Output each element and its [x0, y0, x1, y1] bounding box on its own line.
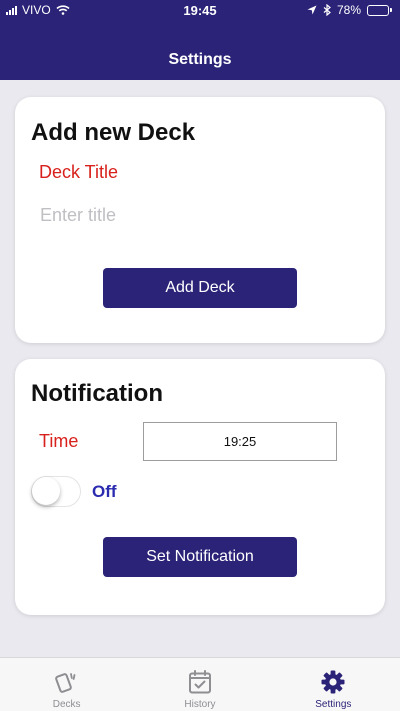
set-notification-button[interactable]: Set Notification — [103, 537, 297, 577]
battery-percent: 78% — [336, 3, 361, 17]
location-arrow-icon — [307, 5, 317, 15]
deck-title-input[interactable] — [40, 205, 360, 226]
add-deck-button[interactable]: Add Deck — [103, 268, 297, 308]
add-deck-title: Add new Deck — [31, 119, 196, 146]
tab-history[interactable]: History — [133, 658, 266, 711]
status-right: 78% — [307, 3, 392, 17]
status-bar: VIVO 19:45 78% — [0, 0, 400, 20]
battery-icon — [367, 4, 392, 16]
time-label: Time — [39, 431, 79, 451]
notification-title: Notification — [31, 380, 163, 407]
tab-label: History — [184, 699, 216, 710]
page-title: Settings — [168, 51, 232, 68]
notification-card: Notification Time 19:25 Off Set Notifica… — [15, 359, 385, 615]
header: VIVO 19:45 78% Settings — [0, 0, 400, 80]
tab-label: Decks — [52, 699, 81, 710]
tab-decks[interactable]: Decks — [0, 658, 133, 711]
notification-toggle[interactable] — [31, 476, 81, 507]
tab-settings[interactable]: Settings — [267, 658, 400, 711]
tab-bar: Decks History Settings — [0, 657, 400, 711]
calendar-check-icon — [188, 670, 211, 694]
tab-label: Settings — [315, 699, 352, 710]
deck-title-label: Deck Title — [39, 162, 119, 182]
toggle-state-label: Off — [92, 482, 117, 501]
add-deck-card: Add new Deck Deck Title Add Deck — [15, 97, 385, 343]
bluetooth-icon — [323, 4, 331, 16]
time-picker[interactable]: 19:25 — [143, 422, 337, 461]
gear-icon — [321, 670, 345, 694]
cards-icon — [54, 673, 76, 693]
toggle-knob — [32, 477, 60, 505]
